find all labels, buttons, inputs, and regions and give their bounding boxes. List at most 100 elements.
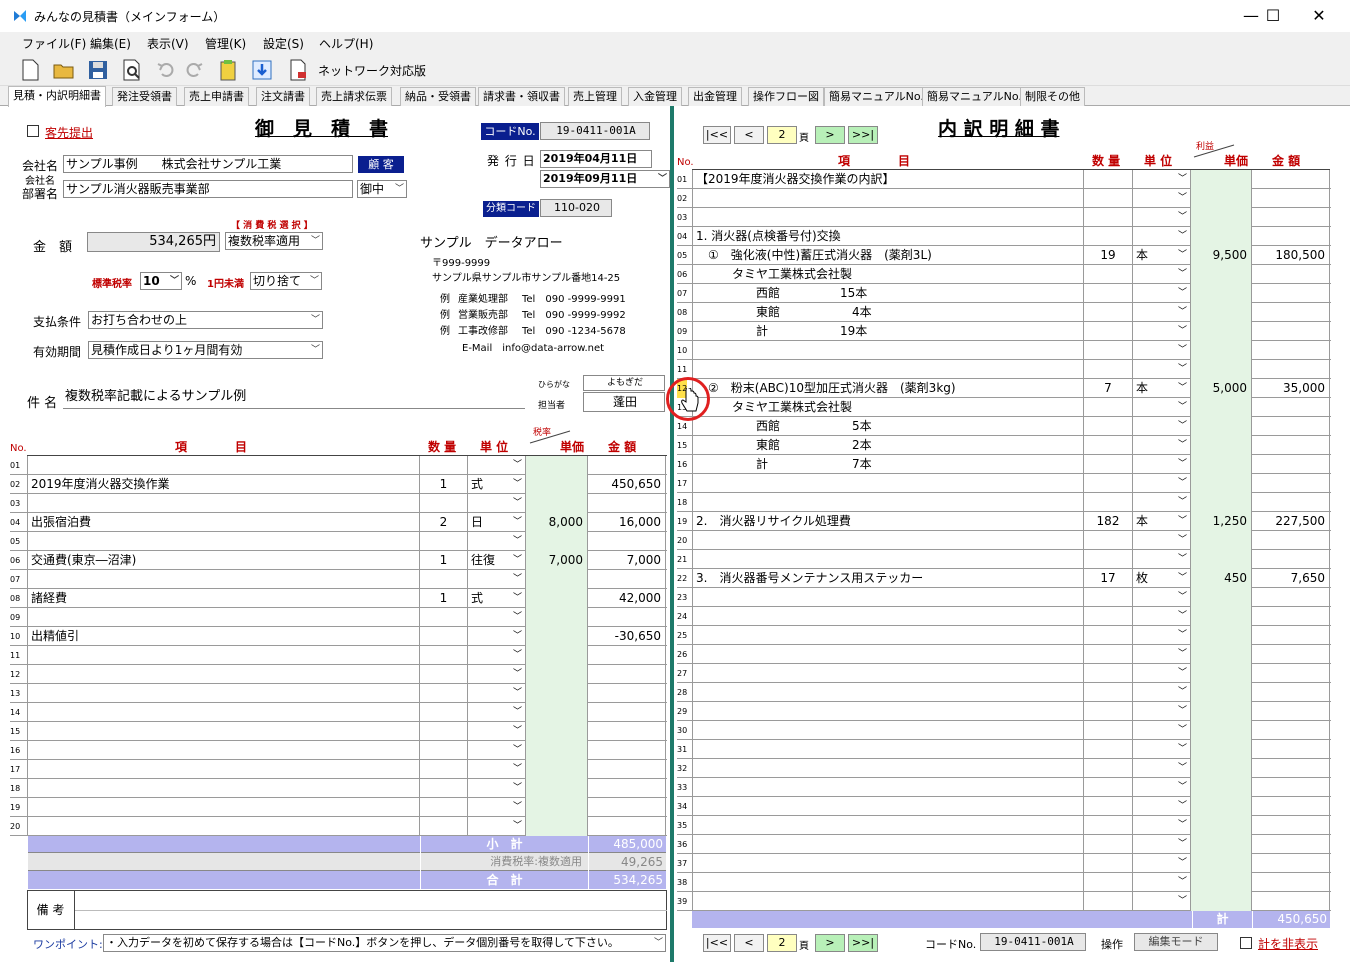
new-file-icon[interactable] bbox=[18, 58, 42, 82]
unit-select[interactable]: ﹀ bbox=[1133, 626, 1191, 645]
maximize-button[interactable]: ☐ bbox=[1250, 0, 1296, 32]
item-cell[interactable] bbox=[692, 816, 1084, 835]
tax-select[interactable]: 複数税率適用 ﹀ bbox=[225, 232, 323, 250]
tab-sales-management[interactable]: 売上管理 bbox=[568, 87, 622, 106]
price-cell[interactable] bbox=[1191, 645, 1252, 664]
item-cell[interactable] bbox=[27, 703, 420, 722]
price-cell[interactable] bbox=[1191, 721, 1252, 740]
qty-cell[interactable] bbox=[420, 570, 468, 589]
qty-cell[interactable] bbox=[420, 779, 468, 798]
unit-select[interactable]: ﹀ bbox=[468, 627, 526, 646]
price-cell[interactable] bbox=[1191, 417, 1252, 436]
unit-select[interactable]: 本 ﹀ bbox=[1133, 379, 1191, 398]
price-cell[interactable] bbox=[526, 741, 588, 760]
qty-cell[interactable] bbox=[1084, 664, 1133, 683]
tab-payment-out[interactable]: 出金管理 bbox=[688, 87, 742, 106]
nav-last-button[interactable]: >>| bbox=[848, 126, 878, 144]
subject-field[interactable]: 複数税率記載によるサンプル例 bbox=[63, 389, 525, 409]
price-cell[interactable] bbox=[1191, 189, 1252, 208]
qty-cell[interactable] bbox=[1084, 892, 1133, 911]
clipboard-icon[interactable] bbox=[216, 58, 240, 82]
nav-next-button[interactable]: > bbox=[815, 126, 845, 144]
unit-select[interactable]: ﹀ bbox=[1133, 759, 1191, 778]
price-cell[interactable] bbox=[526, 570, 588, 589]
unit-select[interactable]: 本 ﹀ bbox=[1133, 246, 1191, 265]
item-cell[interactable] bbox=[692, 208, 1084, 227]
item-cell[interactable] bbox=[27, 760, 420, 779]
tab-manual-2[interactable]: 簡易マニュアルNo.2 bbox=[922, 87, 1034, 106]
qty-cell[interactable]: 7 bbox=[1084, 379, 1133, 398]
network-icon[interactable] bbox=[286, 58, 310, 82]
unit-select[interactable]: ﹀ bbox=[1133, 588, 1191, 607]
qty-cell[interactable] bbox=[1084, 607, 1133, 626]
qty-cell[interactable] bbox=[1084, 626, 1133, 645]
qty-cell[interactable] bbox=[1084, 189, 1133, 208]
qty-cell[interactable] bbox=[420, 627, 468, 646]
price-cell[interactable] bbox=[1191, 398, 1252, 417]
nav-prev-button-bottom[interactable]: < bbox=[734, 934, 764, 952]
price-cell[interactable] bbox=[1191, 835, 1252, 854]
item-cell[interactable]: 1. 消火器(点検番号付)交換 bbox=[692, 227, 1084, 246]
item-cell[interactable] bbox=[692, 702, 1084, 721]
unit-select[interactable]: ﹀ bbox=[468, 722, 526, 741]
qty-cell[interactable] bbox=[420, 646, 468, 665]
item-cell[interactable]: 西館 5本 bbox=[692, 417, 1084, 436]
qty-cell[interactable] bbox=[420, 703, 468, 722]
qty-cell[interactable] bbox=[1084, 341, 1133, 360]
price-cell[interactable]: 9,500 bbox=[1191, 246, 1252, 265]
price-cell[interactable] bbox=[1191, 493, 1252, 512]
price-cell[interactable] bbox=[526, 475, 588, 494]
qty-cell[interactable] bbox=[1084, 303, 1133, 322]
unit-select[interactable]: ﹀ bbox=[1133, 797, 1191, 816]
unit-select[interactable]: ﹀ bbox=[468, 456, 526, 475]
price-cell[interactable] bbox=[526, 684, 588, 703]
menu-edit[interactable]: 編集(E) bbox=[90, 35, 131, 52]
undo-icon[interactable] bbox=[154, 58, 178, 82]
qty-cell[interactable] bbox=[1084, 360, 1133, 379]
item-cell[interactable]: ① 強化液(中性)蓄圧式消火器 (薬剤3L) bbox=[692, 246, 1084, 265]
unit-select[interactable]: ﹀ bbox=[1133, 360, 1191, 379]
item-cell[interactable] bbox=[692, 835, 1084, 854]
qty-cell[interactable] bbox=[1084, 816, 1133, 835]
unit-select[interactable]: ﹀ bbox=[468, 532, 526, 551]
qty-cell[interactable]: 2 bbox=[420, 513, 468, 532]
price-cell[interactable] bbox=[526, 646, 588, 665]
price-cell[interactable] bbox=[1191, 892, 1252, 911]
unit-select[interactable]: ﹀ bbox=[1133, 493, 1191, 512]
price-cell[interactable] bbox=[526, 779, 588, 798]
price-cell[interactable]: 7,000 bbox=[526, 551, 588, 570]
item-cell[interactable]: 東館 4本 bbox=[692, 303, 1084, 322]
item-cell[interactable] bbox=[27, 722, 420, 741]
qty-cell[interactable] bbox=[1084, 322, 1133, 341]
item-cell[interactable] bbox=[692, 341, 1084, 360]
class-code-button[interactable]: 分類コード bbox=[483, 201, 539, 217]
unit-select[interactable]: ﹀ bbox=[468, 741, 526, 760]
price-cell[interactable] bbox=[526, 627, 588, 646]
honorific-select[interactable]: 御中 ﹀ bbox=[357, 180, 407, 198]
price-cell[interactable] bbox=[526, 760, 588, 779]
price-cell[interactable] bbox=[1191, 303, 1252, 322]
qty-cell[interactable] bbox=[1084, 531, 1133, 550]
qty-cell[interactable]: 1 bbox=[420, 475, 468, 494]
qty-cell[interactable] bbox=[1084, 474, 1133, 493]
unit-select[interactable]: 式 ﹀ bbox=[468, 475, 526, 494]
nav-first-button[interactable]: |<< bbox=[703, 126, 731, 144]
page-number-field-bottom[interactable]: 2 bbox=[767, 934, 797, 952]
price-cell[interactable] bbox=[526, 608, 588, 627]
unit-select[interactable]: ﹀ bbox=[468, 608, 526, 627]
qty-cell[interactable] bbox=[420, 741, 468, 760]
qty-cell[interactable] bbox=[1084, 740, 1133, 759]
item-cell[interactable] bbox=[692, 189, 1084, 208]
qty-cell[interactable] bbox=[1084, 797, 1133, 816]
item-cell[interactable] bbox=[27, 817, 420, 836]
unit-select[interactable]: ﹀ bbox=[1133, 664, 1191, 683]
qty-cell[interactable] bbox=[420, 798, 468, 817]
unit-select[interactable]: 往復 ﹀ bbox=[468, 551, 526, 570]
price-cell[interactable] bbox=[526, 494, 588, 513]
price-cell[interactable] bbox=[1191, 455, 1252, 474]
item-cell[interactable]: 計 19本 bbox=[692, 322, 1084, 341]
close-button[interactable]: ✕ bbox=[1296, 0, 1342, 32]
item-cell[interactable]: ② 粉末(ABC)10型加圧式消火器 (薬剤3kg) bbox=[692, 379, 1084, 398]
item-cell[interactable] bbox=[27, 532, 420, 551]
price-cell[interactable] bbox=[1191, 208, 1252, 227]
